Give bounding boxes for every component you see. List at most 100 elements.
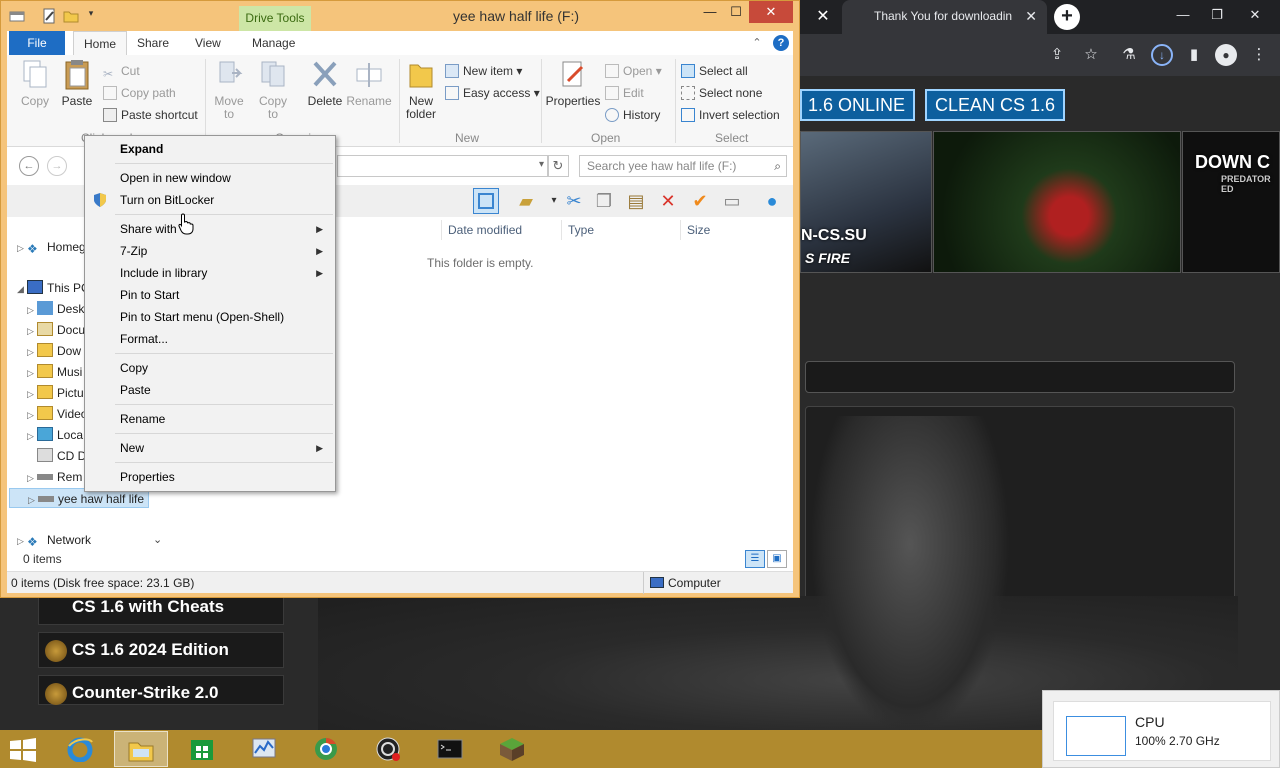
menu-item-include-library[interactable]: Include in library ▶ [87, 262, 333, 284]
rename-icon[interactable]: ▭ [719, 188, 745, 214]
copy-to-button[interactable]: Copy to [253, 59, 293, 121]
windows-start-icon[interactable] [8, 738, 38, 762]
delete-button[interactable]: Delete [303, 59, 347, 108]
close-tab-icon[interactable]: ✕ [1025, 8, 1037, 25]
taskbar-file-explorer[interactable] [114, 731, 168, 767]
properties-button[interactable]: Properties [545, 59, 601, 108]
tree-item-documents[interactable]: ▷ Docu [27, 320, 85, 340]
thumbnail-image[interactable]: N-CS.SU S FIRE [800, 131, 932, 273]
close-icon[interactable]: ✕ [810, 6, 836, 28]
minimize-icon[interactable]: — [697, 1, 723, 23]
help-icon[interactable]: ? [773, 35, 789, 51]
column-size[interactable]: Size [680, 220, 760, 240]
chevron-down-icon[interactable]: ⌄ [153, 533, 162, 546]
menu-item-bitlocker[interactable]: Turn on BitLocker [87, 189, 333, 211]
large-icons-view-icon[interactable]: ▣ [767, 550, 787, 568]
globe-icon[interactable]: ● [759, 188, 785, 214]
menu-item-properties[interactable]: Properties [87, 466, 333, 488]
address-bar[interactable]: ▾ [337, 155, 549, 177]
minimize-ribbon-icon[interactable]: ⌃ [749, 35, 765, 51]
share-icon[interactable]: ⇪ [1046, 44, 1068, 66]
new-folder-button[interactable]: New folder [401, 59, 441, 121]
extensions-icon[interactable]: ⚗ [1118, 44, 1140, 66]
refresh-icon[interactable]: ↻ [547, 155, 569, 177]
expand-arrow-icon[interactable]: ▷ [17, 531, 27, 551]
search-input[interactable]: Search yee haw half life (F:) ⌕ [579, 155, 787, 177]
paste-button[interactable]: Paste [57, 59, 97, 108]
tree-item-removable[interactable]: ▷ Rem [27, 467, 82, 487]
menu-item-share-with[interactable]: Share with ▶ [87, 218, 333, 240]
menu-item-copy[interactable]: Copy [87, 357, 333, 379]
easy-access-button[interactable]: Easy access ▾ [445, 83, 540, 103]
scissors-icon[interactable]: ✂ [561, 188, 587, 214]
menu-dots-icon[interactable]: ⋮ [1248, 44, 1270, 66]
column-date-modified[interactable]: Date modified [441, 220, 559, 240]
copy-icon[interactable]: ❐ [591, 188, 617, 214]
menu-item-expand[interactable]: Expand [87, 138, 333, 160]
pane-icon[interactable] [473, 188, 499, 214]
taskbar-minecraft[interactable] [486, 731, 540, 767]
minimize-icon[interactable]: — [1168, 4, 1198, 26]
menu-item-pin-start[interactable]: Pin to Start [87, 284, 333, 306]
maximize-icon[interactable]: ☐ [723, 1, 749, 23]
site-list-item[interactable]: CS 1.6 2024 Edition [38, 632, 284, 668]
tab-share[interactable]: Share [127, 31, 179, 55]
tab-home[interactable]: Home [73, 31, 128, 55]
expand-arrow-icon[interactable]: ▷ [27, 384, 37, 404]
site-button-online[interactable]: 1.6 ONLINE [800, 89, 916, 121]
tree-item-homegroup[interactable]: ▷ ❖ Homeg [17, 237, 86, 257]
download-icon[interactable]: ↓ [1151, 44, 1173, 66]
properties-qat-icon[interactable] [41, 8, 57, 24]
tab-view[interactable]: View [185, 31, 231, 55]
chevron-down-icon[interactable]: ▾ [539, 159, 544, 170]
forward-arrow-icon[interactable]: → [47, 156, 67, 176]
collapse-arrow-icon[interactable]: ◢ [17, 279, 27, 299]
tree-item-cd-drive[interactable]: CD D [27, 446, 86, 466]
select-all-button[interactable]: Select all [681, 61, 748, 81]
system-menu-icon[interactable] [9, 8, 25, 24]
browser-tab[interactable]: Thank You for downloadin ✕ [842, 0, 1047, 34]
tree-item-network[interactable]: ▷ ❖ Network [17, 530, 91, 550]
expand-arrow-icon[interactable]: ▷ [27, 342, 37, 362]
details-view-icon[interactable]: ☰ [745, 550, 765, 568]
tab-file[interactable]: File [9, 31, 65, 55]
site-list-item[interactable]: Counter-Strike 2.0 [38, 675, 284, 705]
paste-shortcut-button[interactable]: Paste shortcut [103, 105, 198, 125]
menu-item-paste[interactable]: Paste [87, 379, 333, 401]
cut-button[interactable]: ✂ Cut [103, 61, 140, 81]
expand-arrow-icon[interactable]: ▷ [27, 300, 37, 320]
copy-button[interactable]: Copy [13, 59, 57, 108]
customize-qat-icon[interactable]: ▾ [83, 8, 99, 24]
bookmark-star-icon[interactable]: ☆ [1080, 44, 1102, 66]
close-window-icon[interactable]: ✕ [1240, 4, 1270, 26]
title-bar[interactable]: ▾ Drive Tools yee haw half life (F:) — ☐… [1, 1, 799, 31]
new-item-button[interactable]: New item ▾ [445, 61, 522, 81]
tree-item-pictures[interactable]: ▷ Pictu [27, 383, 84, 403]
move-to-button[interactable]: Move to [209, 59, 249, 121]
tree-item-desktop[interactable]: ▷ Desk [27, 299, 84, 319]
profile-avatar-icon[interactable]: ● [1215, 44, 1237, 66]
tree-item-downloads[interactable]: ▷ Dow [27, 341, 81, 361]
restore-icon[interactable]: ❐ [1202, 4, 1232, 26]
new-tab-icon[interactable]: + [1054, 4, 1080, 30]
invert-selection-button[interactable]: Invert selection [681, 105, 780, 125]
expand-arrow-icon[interactable]: ▷ [28, 490, 38, 510]
tree-item-videos[interactable]: ▷ Video [27, 404, 87, 424]
taskbar-task-manager[interactable] [238, 731, 292, 767]
menu-item-open-new-window[interactable]: Open in new window [87, 167, 333, 189]
copy-path-button[interactable]: Copy path [103, 83, 176, 103]
back-arrow-icon[interactable]: ← [19, 156, 39, 176]
folder-options-icon[interactable]: ▰ [513, 188, 539, 214]
history-button[interactable]: History [605, 105, 660, 125]
menu-item-pin-start-openshell[interactable]: Pin to Start menu (Open-Shell) [87, 306, 333, 328]
rename-button[interactable]: Rename [345, 59, 393, 108]
new-folder-qat-icon[interactable] [63, 8, 79, 24]
tree-item-music[interactable]: ▷ Musi [27, 362, 82, 382]
expand-arrow-icon[interactable]: ▷ [27, 468, 37, 488]
expand-arrow-icon[interactable]: ▷ [27, 321, 37, 341]
column-type[interactable]: Type [561, 220, 679, 240]
thumbnail-image[interactable] [933, 131, 1181, 273]
close-icon[interactable]: ✕ [749, 1, 793, 23]
open-button[interactable]: Open ▾ [605, 61, 662, 81]
expand-arrow-icon[interactable]: ▷ [27, 363, 37, 383]
